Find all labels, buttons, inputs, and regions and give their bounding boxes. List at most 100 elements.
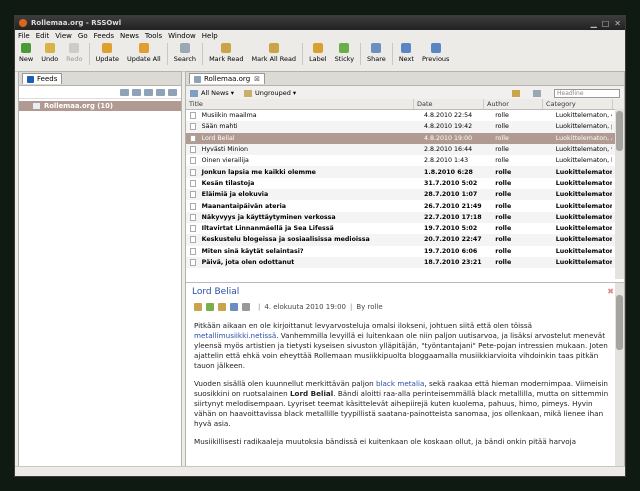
print-icon[interactable] xyxy=(242,303,250,311)
table-row[interactable]: Hyvästi Minion 2.8.2010 16:44 rolle Luokitt… xyxy=(186,143,624,156)
table-row[interactable]: Maanantaipäivän ateria 26.7.2010 21:49 rol… xyxy=(186,200,624,211)
layout-button[interactable] xyxy=(512,89,523,97)
cell-date: 26.7.2010 21:49 xyxy=(423,202,482,210)
menu-feeds[interactable]: Feeds xyxy=(94,32,114,40)
cell-date: 22.7.2010 17:18 xyxy=(423,213,482,221)
redo-button[interactable]: Redo xyxy=(66,43,83,63)
share-icon xyxy=(371,43,382,53)
news-item-icon xyxy=(186,236,200,244)
mark-all-read-icon xyxy=(268,43,279,53)
filter-all-news[interactable]: All News ▾ xyxy=(190,89,234,97)
news-item-icon xyxy=(186,191,200,199)
table-row[interactable]: Kesän tilastoja 31.7.2010 5:02 rolle Luokit… xyxy=(186,178,624,189)
scrollbar-thumb[interactable] xyxy=(616,111,623,151)
table-scrollbar[interactable] xyxy=(615,109,624,279)
edit-icon[interactable] xyxy=(194,303,202,311)
tab-feeds[interactable]: Feeds xyxy=(22,73,63,84)
table-row[interactable]: Lord Belial 4.8.2010 19:00 rolle Luokittele… xyxy=(186,132,624,144)
table-row[interactable]: Jonkun lapsia me kaikki olemme 1.8.2010 6… xyxy=(186,166,624,178)
feed-icon xyxy=(33,103,40,109)
cell-title: Lord Belial xyxy=(201,134,235,142)
table-row[interactable]: Eläimiä ja elokuvia 28.7.2010 1:07 rolle Lu… xyxy=(186,189,624,201)
toolbar-separator xyxy=(88,43,90,65)
table-row[interactable]: Näkyvyys ja käyttäytyminen verkossa 22.7.… xyxy=(186,211,624,223)
tab-rollemaa[interactable]: Rollemaa.org ⊠ xyxy=(189,73,266,84)
scrollbar-thumb[interactable] xyxy=(616,295,623,350)
table-row[interactable]: Musiikin maailma 4.8.2010 22:54 rolle Luoki… xyxy=(186,110,624,121)
link-icon[interactable] xyxy=(144,88,153,96)
toolbar-separator xyxy=(391,43,393,65)
close-tab-icon[interactable]: ⊠ xyxy=(254,75,260,83)
table-row[interactable]: Sään mahti 4.8.2010 19:42 rolle Luokittelem… xyxy=(186,121,624,133)
search-options-button[interactable] xyxy=(533,89,544,97)
table-row[interactable]: Miten sinä käytät selaintasi? 19.7.2010 6… xyxy=(186,246,624,257)
preview-date: 4. elokuuta 2010 19:00 xyxy=(264,303,346,311)
paragraph: Pitkään aikaan en ole kirjoittanut levya… xyxy=(194,321,608,370)
new-button[interactable]: New xyxy=(19,43,33,63)
cell-title: Jonkun lapsia me kaikki olemme xyxy=(201,168,316,176)
col-author[interactable]: Author xyxy=(484,99,543,109)
next-icon xyxy=(401,43,412,53)
update-button[interactable]: Update xyxy=(96,43,119,63)
table-row[interactable]: Päivä, jota olen odottanut 18.7.2010 23:2… xyxy=(186,256,624,269)
cell-date: 31.7.2010 5:02 xyxy=(423,179,478,187)
filter-icon[interactable] xyxy=(168,88,177,96)
cell-date: 19.7.2010 6:06 xyxy=(423,247,478,255)
table-row[interactable]: Öinen vierailija 2.8.2010 1:43 rolle Luokit… xyxy=(186,155,624,166)
feeds-tab-bar: Feeds xyxy=(19,72,181,86)
menu-tools[interactable]: Tools xyxy=(145,32,162,40)
cell-author: rolle xyxy=(495,134,509,142)
preview-title[interactable]: Lord Belial xyxy=(192,287,624,297)
share-button[interactable]: Share xyxy=(367,43,386,63)
minimize-icon[interactable]: ▁ xyxy=(591,19,597,28)
sticky-button[interactable]: Sticky xyxy=(335,43,354,63)
refresh-all-icon xyxy=(138,43,149,53)
cell-author: rolle xyxy=(495,112,509,120)
menu-go[interactable]: Go xyxy=(78,32,88,40)
pin-icon[interactable] xyxy=(206,303,214,311)
menu-help[interactable]: Help xyxy=(202,32,218,40)
label-icon[interactable] xyxy=(218,303,226,311)
metallimusiikki-link[interactable]: metallimusiikki.netissä xyxy=(194,331,276,340)
grouping-dropdown[interactable]: Ungrouped ▾ xyxy=(243,89,296,97)
preview-scrollbar[interactable] xyxy=(615,283,624,470)
menu-file[interactable]: File xyxy=(18,32,30,40)
paragraph: Musiikillisesti radikaaleja muutoksia bä… xyxy=(194,437,576,446)
news-table: Title Date Author Category Musiikin maai… xyxy=(186,99,624,279)
undo-button[interactable]: Undo xyxy=(41,43,58,63)
collapse-icon[interactable] xyxy=(156,88,165,96)
col-title[interactable]: Title xyxy=(186,99,414,109)
cell-title: Kesän tilastoja xyxy=(201,179,255,187)
search-button[interactable]: Search xyxy=(174,43,196,63)
mark-read-button[interactable]: Mark Read xyxy=(209,43,244,63)
mark-all-read-button[interactable]: Mark All Read xyxy=(252,43,296,63)
table-row[interactable]: Iltavirtat Linnanmäellä ja Sea Lifessä 19… xyxy=(186,223,624,234)
previous-button[interactable]: Previous xyxy=(422,43,449,63)
menu-news[interactable]: News xyxy=(120,32,139,40)
cell-author: rolle xyxy=(495,213,512,221)
close-icon[interactable]: ✖ xyxy=(607,287,614,296)
label-button[interactable]: Label xyxy=(309,43,327,63)
col-category[interactable]: Category xyxy=(543,99,613,109)
next-button[interactable]: Next xyxy=(399,43,414,63)
menu-window[interactable]: Window xyxy=(168,32,196,40)
cell-date: 19.7.2010 5:02 xyxy=(423,225,478,233)
maximize-icon[interactable]: □ xyxy=(602,19,610,28)
new-feed-icon[interactable] xyxy=(120,88,129,96)
black-metal-link[interactable]: black metalia xyxy=(376,379,424,388)
menu-view[interactable]: View xyxy=(55,32,72,40)
bookmark-set-icon[interactable] xyxy=(132,88,141,96)
layout-icon xyxy=(512,89,520,97)
refresh-icon xyxy=(102,43,113,53)
headline-search-input[interactable]: Headline xyxy=(554,88,620,98)
close-icon[interactable]: ✕ xyxy=(614,19,621,28)
col-date[interactable]: Date xyxy=(414,99,484,109)
update-all-button[interactable]: Update All xyxy=(127,43,161,63)
menu-edit[interactable]: Edit xyxy=(36,32,50,40)
cell-category: Luokittelematon, Ar xyxy=(555,134,613,142)
share-icon[interactable] xyxy=(230,303,238,311)
news-preview: Lord Belial ✖ | 4. elokuuta 2010 19:00 |… xyxy=(186,282,624,470)
feed-item-rollemaa[interactable]: Rollemaa.org (10) xyxy=(19,101,181,111)
cell-category: Luokittelematon, hy xyxy=(555,157,613,165)
table-row[interactable]: Keskustelu blogeissa ja sosiaalisissa me… xyxy=(186,234,624,246)
